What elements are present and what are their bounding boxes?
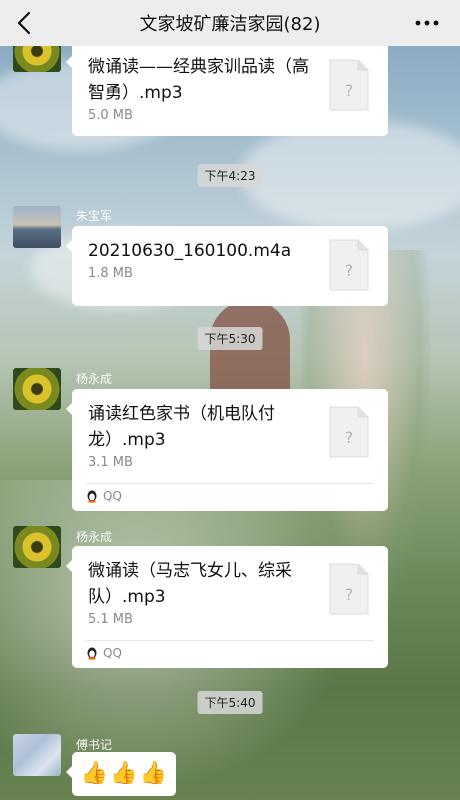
chat-header: 文家坡矿廉洁家园(82) bbox=[0, 0, 460, 46]
thumbs-up-emoji: 👍 bbox=[139, 761, 168, 786]
thumbs-up-emoji: 👍 bbox=[110, 761, 138, 786]
file-message-bubble[interactable]: 诵读红色家书（机电队付龙）.mp3 3.1 MB ? QQ bbox=[66, 389, 388, 511]
svg-text:?: ? bbox=[345, 585, 354, 604]
avatar[interactable] bbox=[13, 734, 61, 776]
avatar[interactable] bbox=[13, 206, 61, 248]
unknown-file-icon: ? bbox=[329, 59, 369, 111]
unknown-file-icon: ? bbox=[329, 239, 369, 291]
timestamp: 下午5:40 bbox=[197, 691, 263, 714]
file-size: 5.0 MB bbox=[88, 108, 133, 123]
file-name: 20210630_160100.m4a bbox=[88, 241, 292, 261]
avatar[interactable] bbox=[13, 46, 61, 72]
emoji-message-bubble[interactable]: 👍 👍 👍 bbox=[66, 752, 176, 796]
divider bbox=[86, 640, 374, 641]
timestamp: 下午5:30 bbox=[197, 327, 263, 350]
sender-name: 傅书记 bbox=[76, 738, 113, 752]
file-size: 3.1 MB bbox=[88, 455, 133, 470]
file-message-bubble[interactable]: 微诵读——经典家训品读（高智勇）.mp3 5.0 MB ? bbox=[66, 46, 388, 136]
source-label: QQ bbox=[86, 646, 122, 660]
unknown-file-icon: ? bbox=[329, 406, 369, 458]
svg-text:?: ? bbox=[345, 428, 354, 447]
source-text: QQ bbox=[103, 489, 122, 503]
divider bbox=[86, 483, 374, 484]
file-name: 微诵读——经典家训品读（高智勇）.mp3 bbox=[88, 57, 309, 103]
thumbs-up-emoji: 👍 bbox=[80, 761, 109, 786]
file-size: 1.8 MB bbox=[88, 266, 133, 281]
message-list[interactable]: 微诵读——经典家训品读（高智勇）.mp3 5.0 MB ? 下午4:23 朱宝军… bbox=[0, 46, 460, 800]
qq-penguin-icon bbox=[87, 490, 97, 503]
back-chevron-icon[interactable] bbox=[14, 10, 36, 36]
sender-name: 朱宝军 bbox=[76, 209, 113, 223]
timestamp: 下午4:23 bbox=[197, 164, 263, 187]
avatar[interactable] bbox=[13, 368, 61, 410]
file-message-bubble[interactable]: 微诵读（马志飞女儿、综采队）.mp3 5.1 MB ? QQ bbox=[66, 546, 388, 668]
source-text: QQ bbox=[103, 646, 122, 660]
svg-text:?: ? bbox=[345, 261, 354, 280]
file-name: 诵读红色家书（机电队付龙）.mp3 bbox=[88, 404, 275, 450]
unknown-file-icon: ? bbox=[329, 563, 369, 615]
file-message-bubble[interactable]: 20210630_160100.m4a 1.8 MB ? bbox=[66, 226, 388, 306]
source-label: QQ bbox=[86, 489, 122, 503]
chat-title: 文家坡矿廉洁家园(82) bbox=[139, 14, 321, 35]
qq-penguin-icon bbox=[87, 647, 97, 660]
sender-name: 杨永成 bbox=[76, 530, 113, 544]
file-size: 5.1 MB bbox=[88, 612, 133, 627]
sender-name: 杨永成 bbox=[76, 372, 113, 386]
file-name: 微诵读（马志飞女儿、综采队）.mp3 bbox=[88, 561, 292, 607]
avatar[interactable] bbox=[13, 526, 61, 568]
more-dots-icon[interactable] bbox=[414, 12, 440, 34]
svg-text:?: ? bbox=[345, 81, 354, 100]
